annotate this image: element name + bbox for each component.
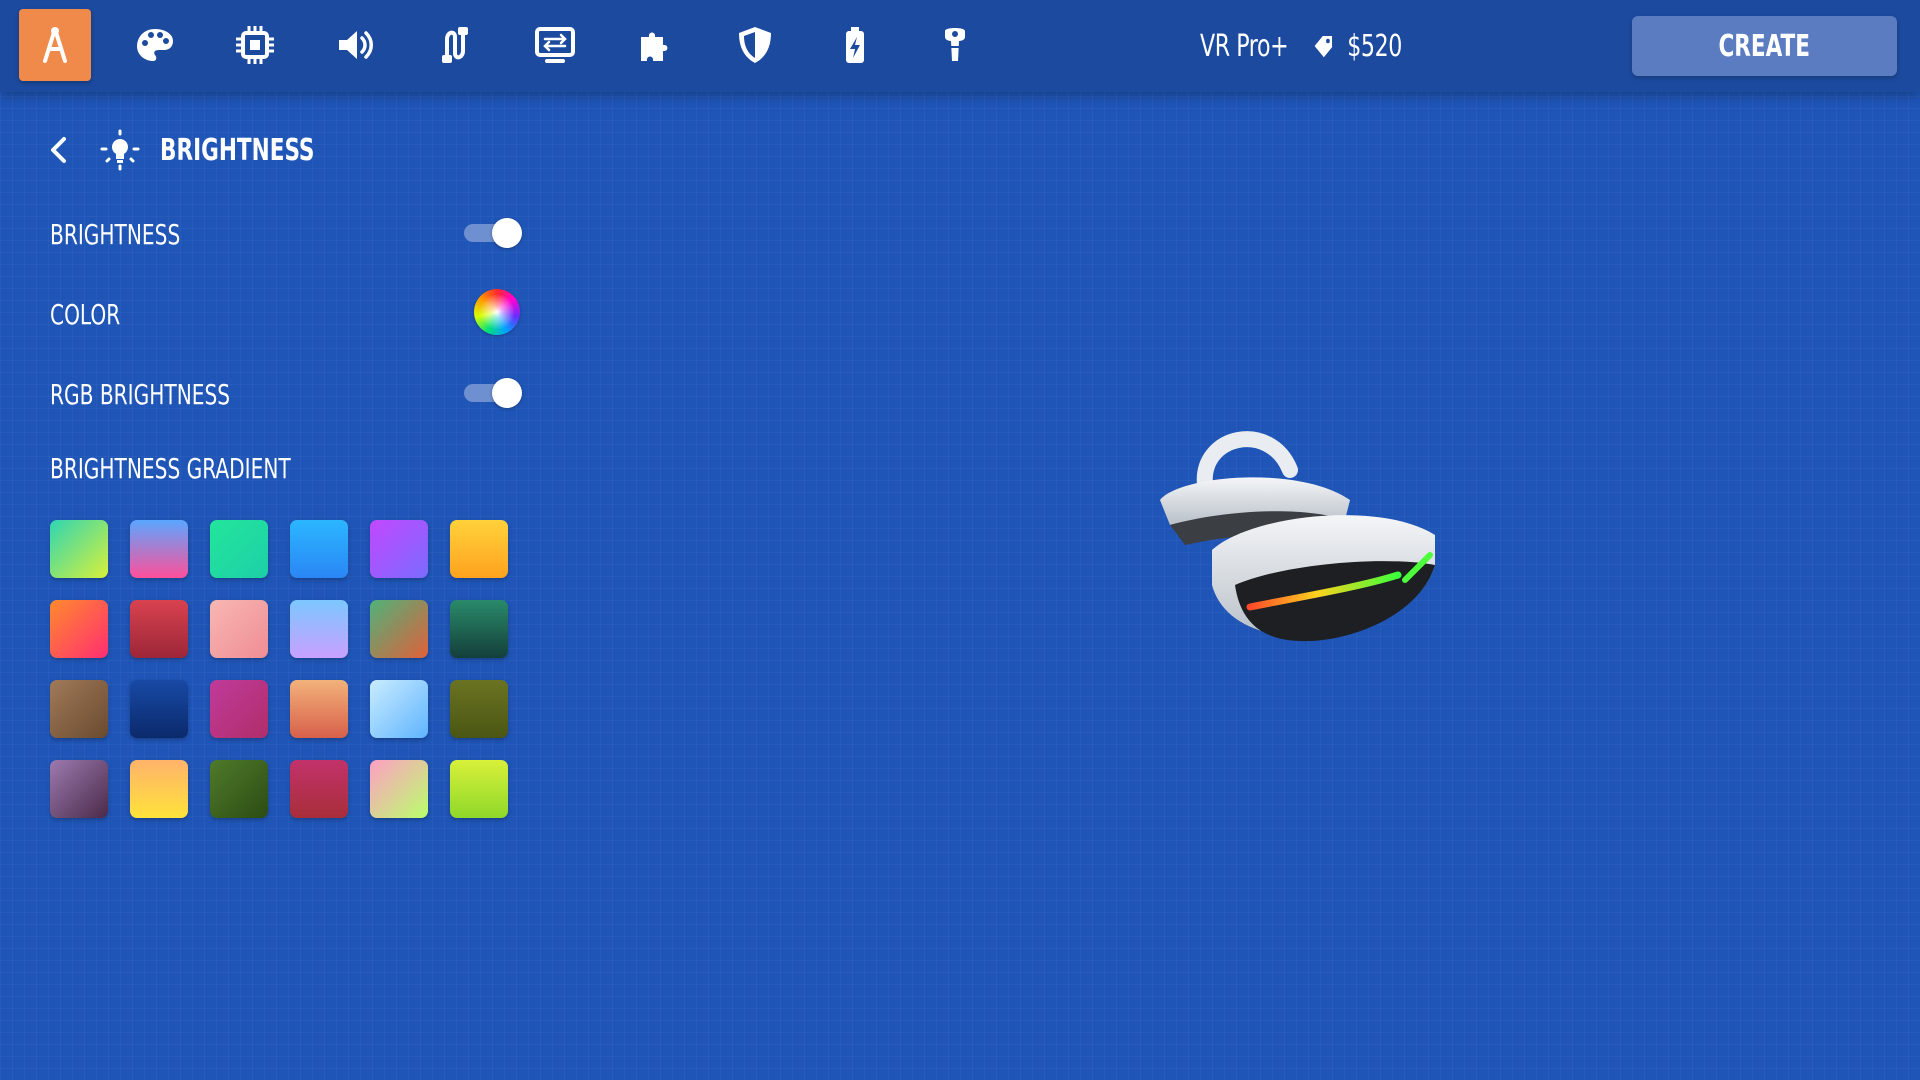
product-price: $520 [1347,28,1402,64]
battery-icon [846,27,864,63]
gradient-swatch[interactable] [370,600,428,658]
gradient-swatch[interactable] [290,600,348,658]
gradient-swatch[interactable] [370,680,428,738]
palette-nav-button[interactable] [119,9,191,81]
connector-nav-button[interactable] [419,9,491,81]
gradient-swatch[interactable] [50,520,108,578]
gradient-swatch[interactable] [370,760,428,818]
controller-nav-button[interactable] [919,9,991,81]
create-button-label: CREATE [1718,28,1811,64]
gradient-swatch[interactable] [130,760,188,818]
gradient-swatch-grid [50,520,508,818]
color-label: COLOR [50,298,121,331]
gradient-swatch[interactable] [210,760,268,818]
rgb-brightness-label: RGB BRIGHTNESS [50,378,231,411]
battery-nav-button[interactable] [819,9,891,81]
rgb-brightness-toggle[interactable] [464,378,522,408]
gradient-swatch[interactable] [50,600,108,658]
display-nav-button[interactable] [519,9,591,81]
gradient-swatch[interactable] [290,760,348,818]
gradient-swatch[interactable] [210,520,268,578]
product-info: VR Pro+ $520 [1200,24,1402,68]
color-wheel-picker[interactable] [474,289,520,335]
toggle-knob [492,218,522,248]
connector-icon [442,27,468,63]
top-toolbar: VR Pro+ $520 CREATE [0,0,1920,92]
gradient-swatch[interactable] [210,600,268,658]
processor-nav-button[interactable] [219,9,291,81]
panel-header: BRIGHTNESS [46,126,353,174]
lightbulb-icon [100,129,140,171]
gradient-swatch[interactable] [290,680,348,738]
puzzle-nav-button[interactable] [619,9,691,81]
palette-icon [137,29,173,61]
display-icon [535,27,575,63]
create-button[interactable]: CREATE [1632,16,1897,76]
gradient-section-title: BRIGHTNESS GRADIENT [50,452,291,485]
color-setting-row: COLOR [50,288,522,338]
speaker-icon [339,31,373,59]
page-title: BRIGHTNESS [160,132,315,168]
controller-icon [945,28,965,61]
brightness-toggle[interactable] [464,218,522,248]
gradient-swatch[interactable] [370,520,428,578]
puzzle-icon [641,32,668,61]
gradient-swatch[interactable] [450,680,508,738]
gradient-swatch[interactable] [290,520,348,578]
shield-nav-button[interactable] [719,9,791,81]
gradient-swatch[interactable] [450,600,508,658]
speaker-nav-button[interactable] [319,9,391,81]
gradient-swatch[interactable] [130,520,188,578]
brightness-setting-row: BRIGHTNESS [50,208,522,258]
brightness-label: BRIGHTNESS [50,218,181,251]
gradient-swatch[interactable] [450,760,508,818]
gradient-swatch[interactable] [50,680,108,738]
gradient-swatch[interactable] [130,680,188,738]
processor-icon [236,26,274,64]
rgb-brightness-setting-row: RGB BRIGHTNESS [50,368,522,418]
toggle-knob [492,378,522,408]
gradient-swatch[interactable] [130,600,188,658]
product-name: VR Pro+ [1200,28,1289,64]
vr-headset-image [1160,431,1435,642]
design-tool-nav-button[interactable] [19,9,91,81]
gradient-swatch[interactable] [50,760,108,818]
shield-icon [739,27,771,63]
back-arrow-icon[interactable] [46,134,72,166]
gradient-swatch[interactable] [210,680,268,738]
gradient-swatch[interactable] [450,520,508,578]
design-tool-icon [43,27,67,63]
price-tag-icon [1314,36,1332,58]
